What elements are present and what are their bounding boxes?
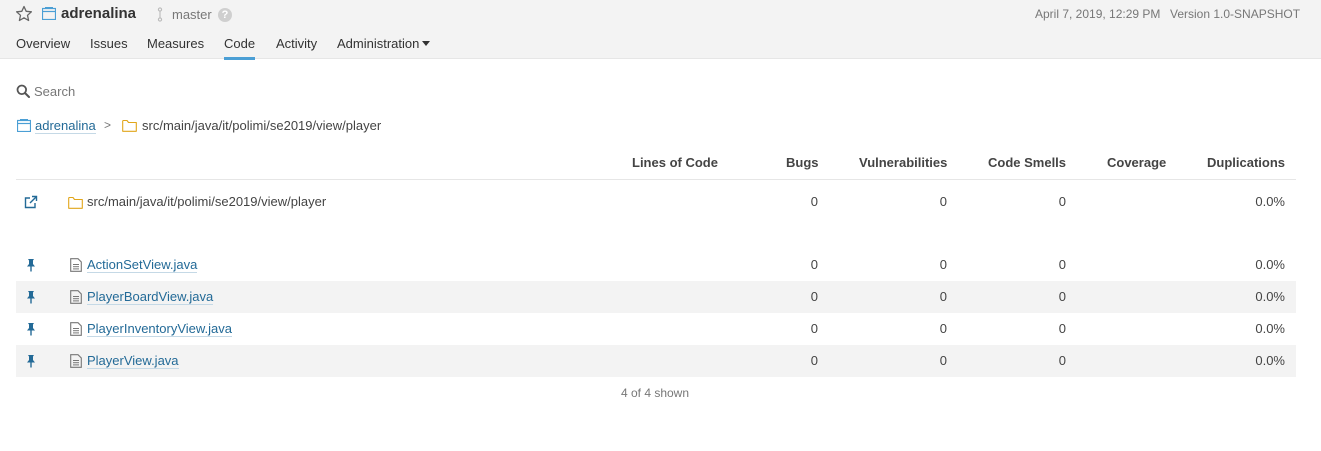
project-icon (17, 119, 31, 132)
tab-code[interactable]: Code (224, 36, 256, 60)
tab-activity[interactable]: Activity (276, 36, 317, 52)
pin-icon[interactable] (24, 290, 38, 304)
tab-overview[interactable]: Overview (16, 36, 70, 52)
project-header: adrenalina master ? April 7, 2019, 12:29… (0, 0, 1321, 60)
table-row: PlayerView.java 0 0 0 0.0% (16, 345, 1296, 377)
pin-icon[interactable] (24, 322, 38, 336)
project-icon (42, 7, 56, 20)
duplications-value: 0.0% (1255, 194, 1285, 209)
search-input[interactable] (34, 82, 334, 100)
bugs-value: 0 (810, 257, 818, 272)
breadcrumb-project[interactable]: adrenalina (35, 118, 96, 134)
file-link[interactable]: PlayerBoardView.java (87, 289, 214, 305)
column-header-code-smells[interactable]: Code Smells (988, 155, 1066, 170)
bugs-value: 0 (810, 194, 818, 209)
duplications-value: 0.0% (1255, 257, 1285, 272)
shown-count: 4 of 4 shown (620, 386, 690, 400)
table-row-base: src/main/java/it/polimi/se2019/view/play… (16, 186, 1296, 218)
vulnerabilities-value: 0 (939, 353, 947, 368)
breadcrumb-separator: > (104, 118, 112, 132)
file-icon (70, 258, 82, 272)
analysis-date: April 7, 2019, 12:29 PM (1035, 7, 1161, 21)
search-icon (16, 84, 30, 98)
bugs-value: 0 (810, 289, 818, 304)
file-link[interactable]: ActionSetView.java (87, 257, 198, 273)
pin-icon[interactable] (24, 354, 38, 368)
vulnerabilities-value: 0 (939, 289, 947, 304)
tab-measures[interactable]: Measures (147, 36, 204, 52)
project-name[interactable]: adrenalina (61, 5, 136, 23)
folder-icon (68, 196, 83, 209)
table-row: ActionSetView.java 0 0 0 0.0% (16, 249, 1296, 281)
table-row: PlayerBoardView.java 0 0 0 0.0% (16, 281, 1296, 313)
chevron-down-icon (422, 41, 431, 47)
code-smells-value: 0 (1058, 257, 1066, 272)
column-header-coverage[interactable]: Coverage (1107, 155, 1166, 170)
file-link[interactable]: PlayerView.java (87, 353, 179, 369)
tab-administration-label: Administration (337, 36, 420, 51)
column-header-lines-of-code[interactable]: Lines of Code (632, 155, 718, 170)
tab-issues[interactable]: Issues (90, 36, 128, 52)
duplications-value: 0.0% (1255, 353, 1285, 368)
vulnerabilities-value: 0 (939, 194, 947, 209)
column-header-bugs[interactable]: Bugs (786, 155, 819, 170)
file-link[interactable]: PlayerInventoryView.java (87, 321, 233, 337)
branch-name: master (172, 7, 212, 22)
pin-icon[interactable] (24, 258, 38, 272)
duplications-value: 0.0% (1255, 289, 1285, 304)
breadcrumb-current-path: src/main/java/it/polimi/se2019/view/play… (142, 118, 382, 133)
file-icon (70, 322, 82, 336)
directory-name: src/main/java/it/polimi/se2019/view/play… (87, 194, 327, 209)
code-smells-value: 0 (1058, 289, 1066, 304)
tab-administration[interactable]: Administration (337, 36, 431, 52)
table-row: PlayerInventoryView.java 0 0 0 0.0% (16, 313, 1296, 345)
vulnerabilities-value: 0 (939, 321, 947, 336)
bugs-value: 0 (810, 321, 818, 336)
code-smells-value: 0 (1058, 321, 1066, 336)
external-link-icon[interactable] (24, 195, 38, 209)
code-smells-value: 0 (1058, 353, 1066, 368)
folder-icon (122, 119, 137, 132)
bugs-value: 0 (810, 353, 818, 368)
column-header-duplications[interactable]: Duplications (1207, 155, 1285, 170)
branch-icon (157, 7, 163, 22)
file-icon (70, 290, 82, 304)
file-icon (70, 354, 82, 368)
vulnerabilities-value: 0 (939, 257, 947, 272)
duplications-value: 0.0% (1255, 321, 1285, 336)
star-icon[interactable] (15, 5, 33, 23)
header-divider (16, 179, 1296, 180)
project-version: Version 1.0-SNAPSHOT (1170, 7, 1301, 21)
column-header-vulnerabilities[interactable]: Vulnerabilities (859, 155, 947, 170)
help-icon[interactable]: ? (218, 8, 232, 22)
code-smells-value: 0 (1058, 194, 1066, 209)
